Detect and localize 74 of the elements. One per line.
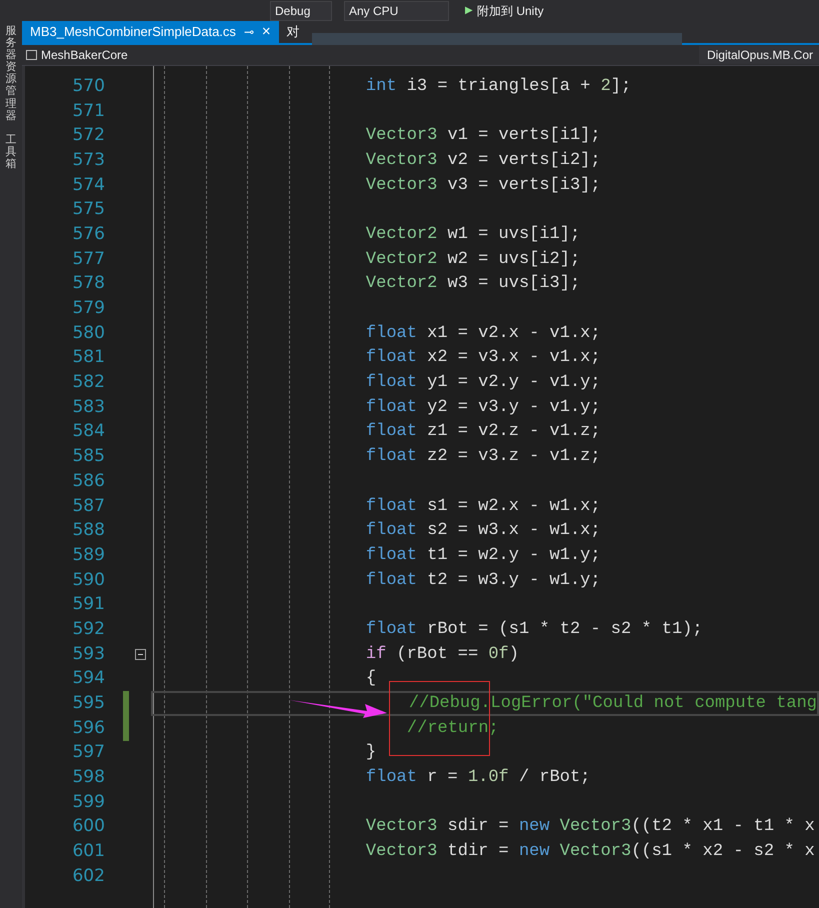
code-line: float y1 = v2.y - v1.y; (366, 374, 601, 392)
configuration-dropdown[interactable]: Debug (270, 0, 332, 20)
collapse-toggle[interactable] (135, 648, 146, 660)
line-number: 585 (72, 448, 105, 466)
play-icon: ▶ (465, 3, 473, 18)
line-number: 586 (72, 472, 105, 490)
line-number: 592 (72, 620, 105, 638)
line-number: 572 (72, 127, 105, 144)
line-number: 578 (72, 275, 105, 292)
line-number: 596 (72, 720, 105, 737)
code-line: float rBot = (s1 * t2 - s2 * t1); (366, 620, 703, 638)
line-number: 579 (72, 300, 105, 318)
line-number: 601 (72, 843, 105, 860)
close-icon[interactable]: × (262, 20, 271, 44)
line-number: 591 (72, 596, 105, 614)
line-number: 583 (72, 398, 105, 416)
code-line: float s2 = w3.x - w1.x; (366, 522, 601, 540)
code-line: float x2 = v3.x - v1.x; (366, 349, 601, 366)
line-number: 580 (72, 324, 105, 342)
code-line: if (rBot == 0f) (366, 646, 519, 663)
line-number: 584 (72, 423, 105, 440)
line-number: 574 (72, 176, 105, 194)
code-line: Vector2 w2 = uvs[i2]; (366, 250, 580, 268)
code-line: { (366, 670, 376, 688)
code-line: Vector3 v3 = verts[i3]; (366, 176, 601, 194)
line-number: 600 (72, 818, 105, 836)
code-line: Vector3 v1 = verts[i1]; (366, 127, 601, 144)
code-line: float t1 = w2.y - w1.y; (366, 546, 601, 564)
line-number: 589 (72, 546, 105, 564)
project-name: MeshBakerCore (41, 47, 128, 64)
line-number: 594 (72, 670, 105, 688)
code-line: Vector3 v2 = verts[i2]; (366, 152, 601, 169)
code-line: Vector3 tdir = new Vector3((s1 * x2 - s2 * x (366, 843, 815, 860)
line-number: 582 (72, 374, 105, 392)
code-line: Vector2 w3 = uvs[i3]; (366, 275, 580, 292)
project-icon (26, 50, 37, 60)
line-number: 593 (72, 646, 105, 663)
code-line: float t2 = w3.y - w1.y; (366, 572, 601, 589)
project-dropdown[interactable]: MeshBakerCore (26, 46, 128, 64)
code-line: Vector2 w1 = uvs[i1]; (366, 226, 580, 243)
side-tab[interactable]: 服务器资源管理器 (6, 25, 16, 122)
line-number: 577 (72, 250, 105, 268)
code-line: float r = 1.0f / rBot; (366, 769, 590, 786)
file-tab[interactable]: MB3_MeshCombinerSimpleData.cs ⊸ × (22, 21, 279, 43)
code-line: float z2 = v3.z - v1.z; (366, 448, 601, 466)
line-number: 571 (72, 102, 105, 120)
code-line: float z1 = v2.z - v1.z; (366, 423, 601, 440)
line-number: 590 (72, 572, 105, 589)
line-number: 587 (72, 498, 105, 515)
code-line: } (366, 744, 376, 762)
code-line: float y2 = v3.y - v1.y; (366, 398, 601, 416)
line-number: 599 (72, 794, 105, 811)
platform-dropdown[interactable]: Any CPU (344, 0, 449, 20)
code-line: float s1 = w2.x - w1.x; (366, 498, 601, 515)
line-number: 570 (72, 78, 105, 95)
line-number: 576 (72, 226, 105, 243)
line-number: 595 (72, 695, 105, 712)
pin-icon[interactable]: ⊸ (244, 23, 254, 41)
tab-label: 对 (286, 23, 300, 42)
line-number: 602 (72, 868, 105, 885)
tab-label: MB3_MeshCombinerSimpleData.cs (30, 23, 236, 42)
line-number: 597 (72, 744, 105, 762)
line-number: 573 (72, 152, 105, 169)
namespace-dropdown[interactable]: DigitalOpus.MB.Cor (698, 46, 819, 64)
line-number: 581 (72, 349, 105, 366)
arrow-icon (288, 697, 387, 719)
code-line: int i3 = triangles[a + 2]; (366, 78, 632, 95)
code-line: Vector3 sdir = new Vector3((t2 * x1 - t1 * x (366, 818, 815, 836)
line-number: 598 (72, 769, 105, 786)
code-line: float x1 = v2.x - v1.x; (366, 324, 601, 342)
side-tab[interactable]: 工具箱 (6, 134, 16, 170)
attach-button[interactable]: ▶ 附加到 Unity (461, 2, 548, 20)
line-number: 588 (72, 522, 105, 540)
line-number: 575 (72, 201, 105, 218)
